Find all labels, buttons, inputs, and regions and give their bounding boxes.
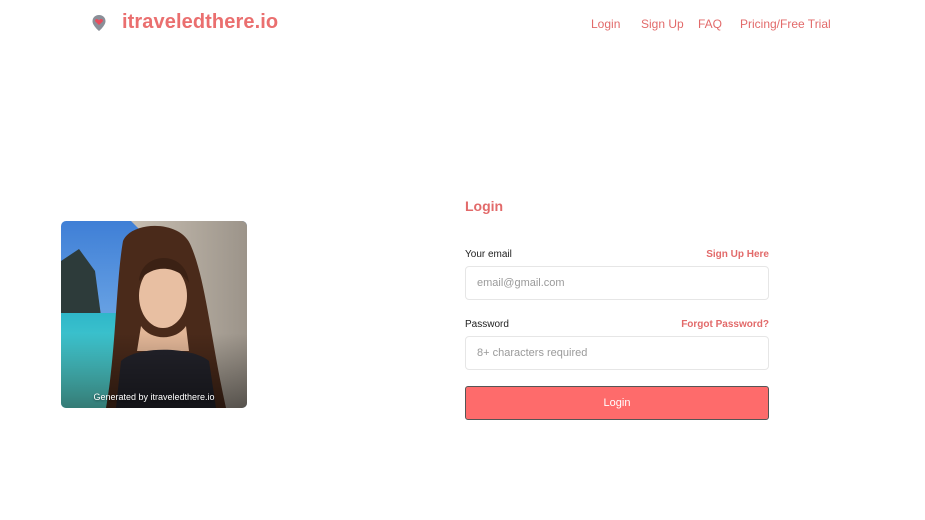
login-title: Login <box>465 198 504 214</box>
forgot-password-link[interactable]: Forgot Password? <box>681 319 769 330</box>
nav-faq-link[interactable]: FAQ <box>698 17 722 31</box>
password-label-row: Password Forgot Password? <box>465 319 769 333</box>
login-button[interactable]: Login <box>465 386 769 420</box>
email-field[interactable] <box>465 266 769 300</box>
nav-login-link[interactable]: Login <box>591 17 620 31</box>
signup-here-link[interactable]: Sign Up Here <box>706 249 769 260</box>
nav-signup-link[interactable]: Sign Up <box>641 17 684 31</box>
password-label: Password <box>465 319 509 330</box>
sample-photo-image <box>61 221 247 408</box>
top-nav: Login Sign Up FAQ Pricing/Free Trial <box>0 17 925 33</box>
email-label-row: Your email Sign Up Here <box>465 249 769 263</box>
email-label: Your email <box>465 249 512 260</box>
password-field[interactable] <box>465 336 769 370</box>
nav-pricing-link[interactable]: Pricing/Free Trial <box>740 17 831 31</box>
photo-caption: Generated by itraveledthere.io <box>93 392 215 402</box>
sample-photo: Generated by itraveledthere.io <box>61 221 247 408</box>
site-header: itraveledthere.io Login Sign Up FAQ Pric… <box>0 0 925 50</box>
